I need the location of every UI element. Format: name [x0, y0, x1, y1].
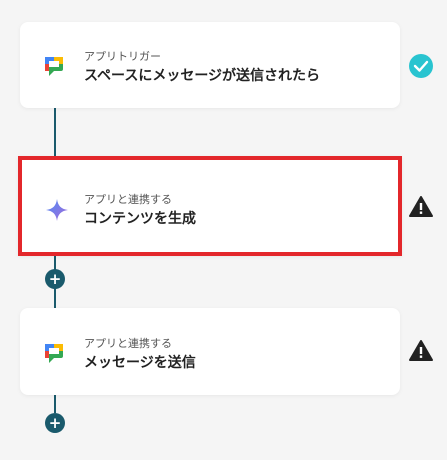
step-title: コンテンツを生成	[84, 211, 196, 227]
connector-line	[54, 395, 56, 413]
google-chat-icon	[43, 55, 65, 81]
check-icon	[408, 53, 434, 79]
google-chat-icon	[43, 342, 65, 368]
flow-step-generate-content[interactable]: アプリと連携する コンテンツを生成	[18, 156, 402, 256]
step-label: アプリトリガー	[84, 50, 161, 63]
flow-step-trigger[interactable]: アプリトリガー スペースにメッセージが送信されたら	[20, 22, 400, 108]
step-title: スペースにメッセージが送信されたら	[84, 68, 321, 84]
gemini-sparkle-icon	[45, 198, 69, 226]
connector-line	[54, 108, 56, 158]
warning-icon	[408, 338, 434, 364]
add-step-button[interactable]: +	[45, 413, 65, 433]
step-title: メッセージを送信	[84, 355, 196, 371]
add-step-button[interactable]: +	[45, 269, 65, 289]
step-label: アプリと連携する	[84, 337, 172, 350]
flow-step-send-message[interactable]: アプリと連携する メッセージを送信	[20, 308, 400, 395]
step-label: アプリと連携する	[84, 193, 172, 206]
warning-icon	[408, 194, 434, 220]
